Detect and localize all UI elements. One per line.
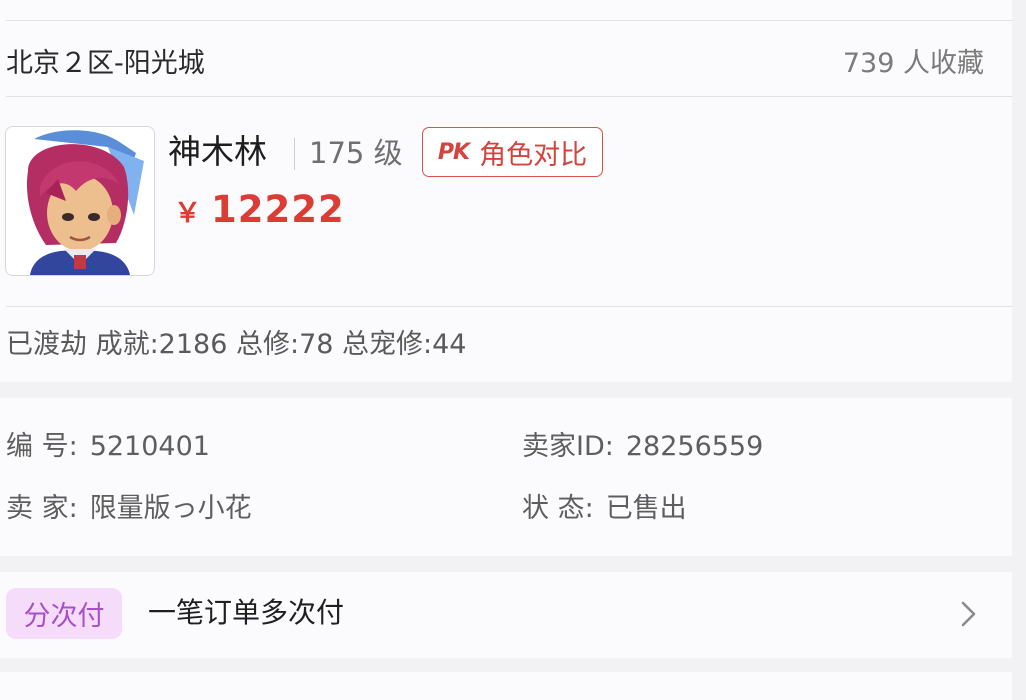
- seller-id-value: 28256559: [625, 431, 764, 462]
- listing-id-value: 5210401: [89, 431, 210, 462]
- seller-label: 卖 家:: [6, 493, 78, 524]
- status-row: 状 态: 已售出: [522, 491, 687, 527]
- divider: [6, 96, 1012, 97]
- next-card: [0, 672, 1012, 700]
- listing-id-label: 编 号:: [6, 431, 78, 462]
- divider: [6, 20, 1012, 21]
- character-portrait-icon: [6, 127, 154, 275]
- seller-id-label: 卖家ID:: [522, 431, 614, 462]
- seller-row: 卖 家: 限量版っ小花: [6, 491, 252, 527]
- server-name: 北京２区-阳光城: [6, 48, 205, 79]
- pk-icon: PK: [437, 139, 470, 165]
- status-value: 已售出: [605, 493, 687, 524]
- status-label: 状 态:: [522, 493, 594, 524]
- seller-value: 限量版っ小花: [89, 493, 252, 524]
- separator: [294, 138, 295, 170]
- listing-id-row: 编 号: 5210401: [6, 429, 210, 465]
- compare-character-button[interactable]: PK 角色对比: [422, 127, 603, 177]
- price: ￥ 12222: [174, 186, 345, 241]
- price-amount: 12222: [211, 188, 345, 231]
- chevron-right-icon[interactable]: [957, 599, 981, 629]
- price-currency: ￥: [174, 198, 201, 229]
- seller-id-row: 卖家ID: 28256559: [522, 429, 763, 465]
- installment-row[interactable]: 分次付 一笔订单多次付: [0, 572, 1012, 658]
- character-avatar[interactable]: [5, 126, 155, 276]
- divider: [6, 306, 1012, 307]
- compare-character-label: 角色对比: [479, 139, 588, 171]
- favorite-count: 739 人收藏: [842, 48, 984, 79]
- page: 北京２区-阳光城 739 人收藏 神木林 175 级 PK 角色对比 ￥ 122…: [0, 0, 1026, 700]
- character-name: 神木林: [168, 132, 267, 171]
- details-card: 编 号: 5210401 卖家ID: 28256559 卖 家: 限量版っ小花 状 态…: [0, 398, 1012, 556]
- character-level: 175 级: [309, 136, 403, 170]
- installment-text: 一笔订单多次付: [148, 596, 345, 629]
- installment-badge: 分次付: [6, 588, 122, 639]
- listing-card: 北京２区-阳光城 739 人收藏 神木林 175 级 PK 角色对比 ￥ 122…: [0, 0, 1012, 382]
- character-stats: 已渡劫 成就:2186 总修:78 总宠修:44: [6, 329, 467, 360]
